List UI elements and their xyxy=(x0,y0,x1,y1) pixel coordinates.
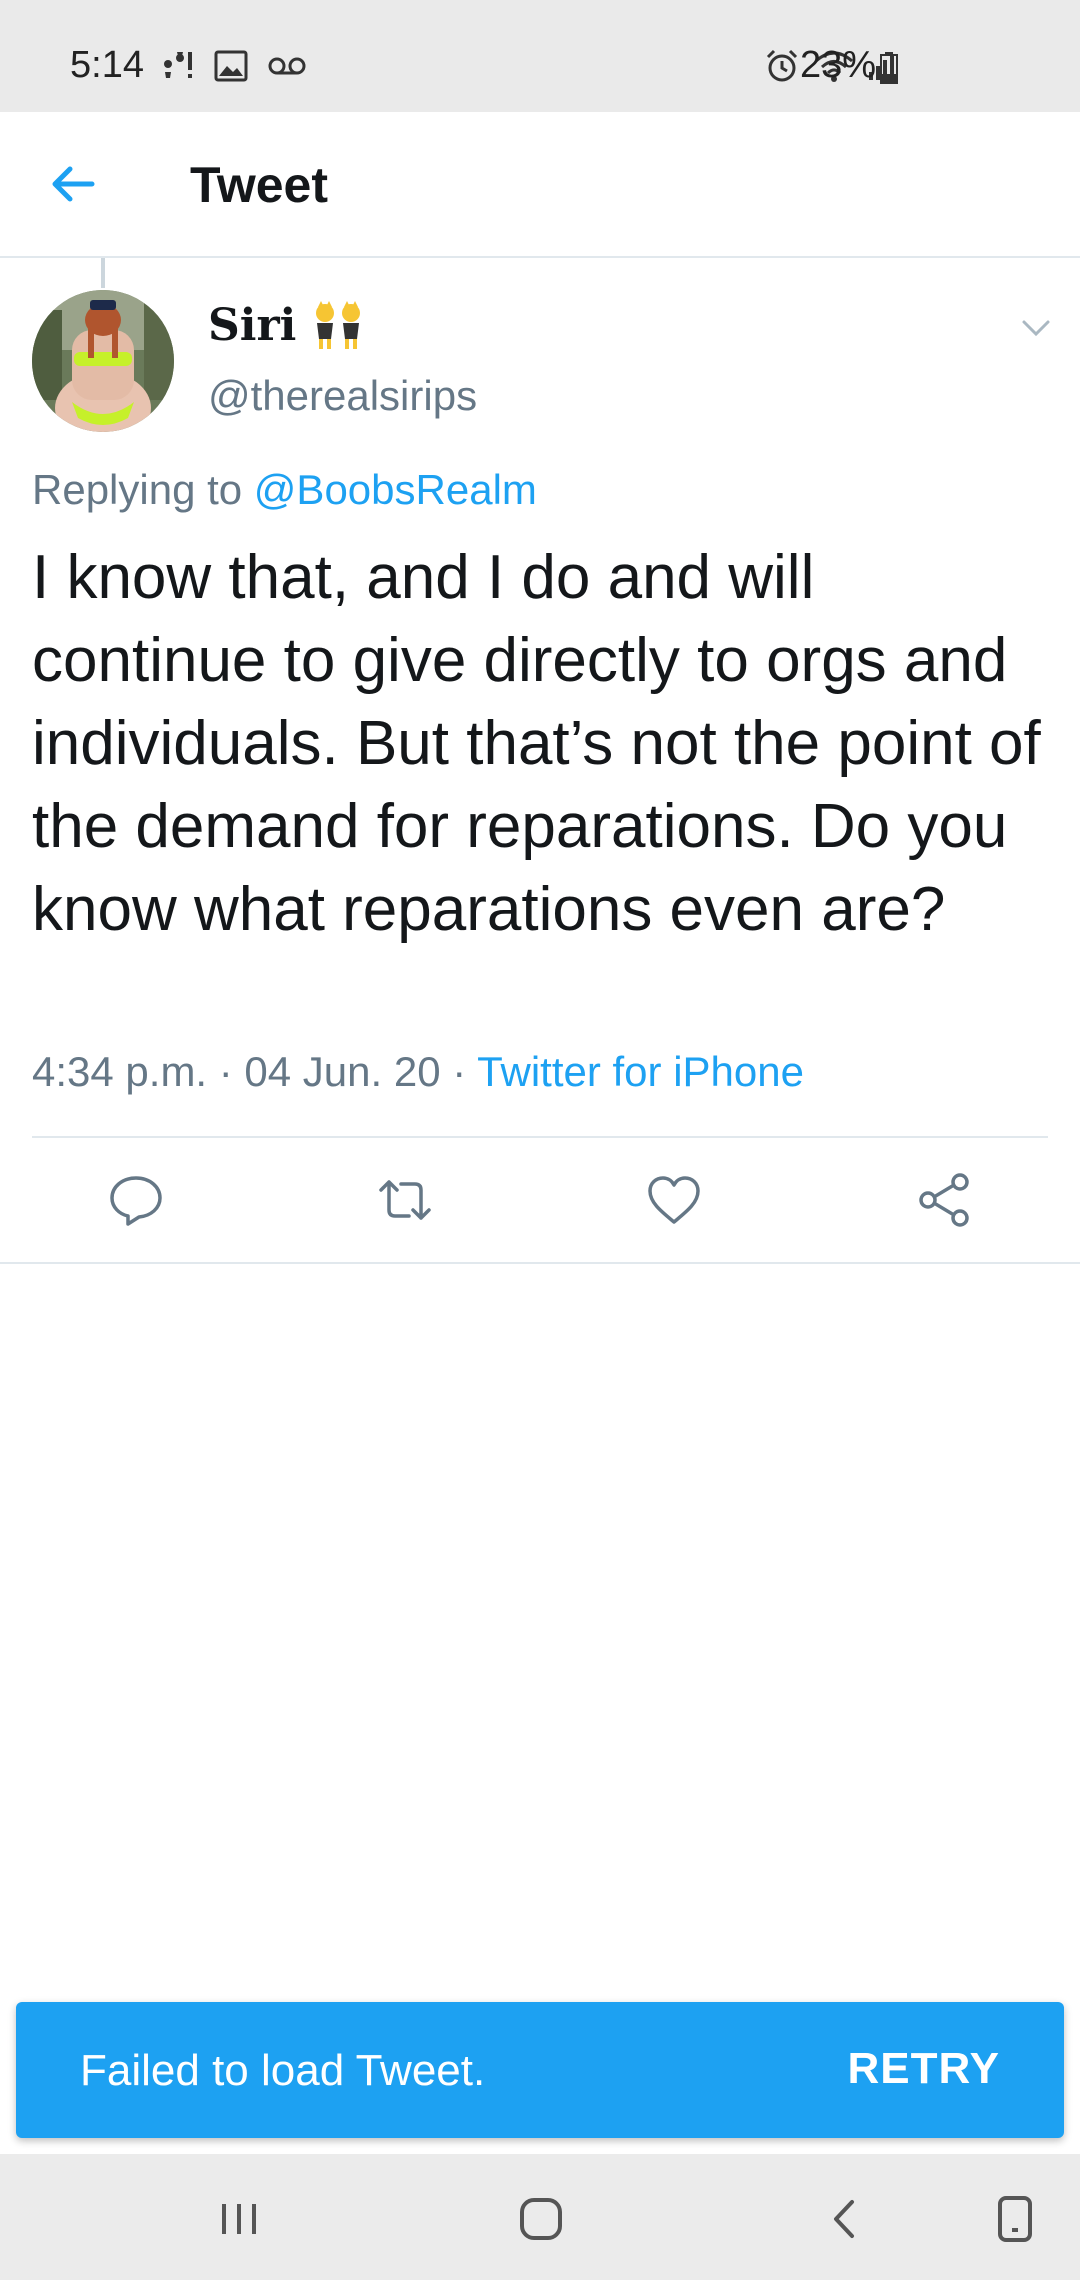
alarm-icon xyxy=(766,49,798,82)
back-icon[interactable] xyxy=(820,2194,870,2244)
chevron-down-icon[interactable] xyxy=(1016,314,1056,344)
battery-icon xyxy=(880,52,898,84)
battery-percent: 23% xyxy=(800,44,877,86)
thread-connector xyxy=(101,258,105,288)
screen-toggle-icon[interactable] xyxy=(990,2194,1040,2244)
status-time: 5:14 xyxy=(70,44,144,86)
status-bar: 5:14 23% xyxy=(0,0,1080,112)
system-nav-bar xyxy=(0,2154,1080,2280)
error-snackbar: Failed to load Tweet. RETRY xyxy=(16,2002,1064,2138)
voicemail-icon xyxy=(268,57,306,75)
divider xyxy=(32,1136,1048,1138)
mention-link[interactable]: @BoobsRealm xyxy=(254,466,537,513)
replying-to: Replying to @BoobsRealm xyxy=(32,466,537,514)
home-icon[interactable] xyxy=(516,2194,566,2244)
image-icon xyxy=(214,50,248,82)
user-handle[interactable]: @therealsirips xyxy=(208,372,477,420)
tweet-text: I know that, and I do and will continue … xyxy=(32,543,1041,944)
reply-icon[interactable] xyxy=(106,1170,166,1230)
tweet-timestamp: 4:34 p.m. · 04 Jun. 20 · xyxy=(32,1048,478,1095)
tweet-meta: 4:34 p.m. · 04 Jun. 20 · Twitter for iPh… xyxy=(32,1048,804,1096)
avatar[interactable] xyxy=(32,290,174,432)
divider xyxy=(0,1262,1080,1264)
dancing-women-emoji-icon xyxy=(316,300,361,349)
recent-apps-icon[interactable] xyxy=(214,2194,264,2244)
like-icon[interactable] xyxy=(644,1170,704,1230)
retry-button[interactable]: RETRY xyxy=(848,2044,1001,2094)
app-bar: Tweet xyxy=(0,112,1080,258)
display-name-text: Siri xyxy=(208,300,297,351)
retweet-icon[interactable] xyxy=(375,1170,435,1230)
replying-prefix: Replying to xyxy=(32,466,243,513)
display-name[interactable]: Siri xyxy=(208,300,366,351)
back-arrow-icon[interactable] xyxy=(48,158,100,210)
tweet-source-link[interactable]: Twitter for iPhone xyxy=(477,1048,804,1095)
action-bar xyxy=(0,1170,1080,1230)
page-title: Tweet xyxy=(190,157,328,213)
share-icon[interactable] xyxy=(914,1170,974,1230)
snackbar-message: Failed to load Tweet. xyxy=(80,2046,486,2095)
notification-icon xyxy=(164,52,192,78)
